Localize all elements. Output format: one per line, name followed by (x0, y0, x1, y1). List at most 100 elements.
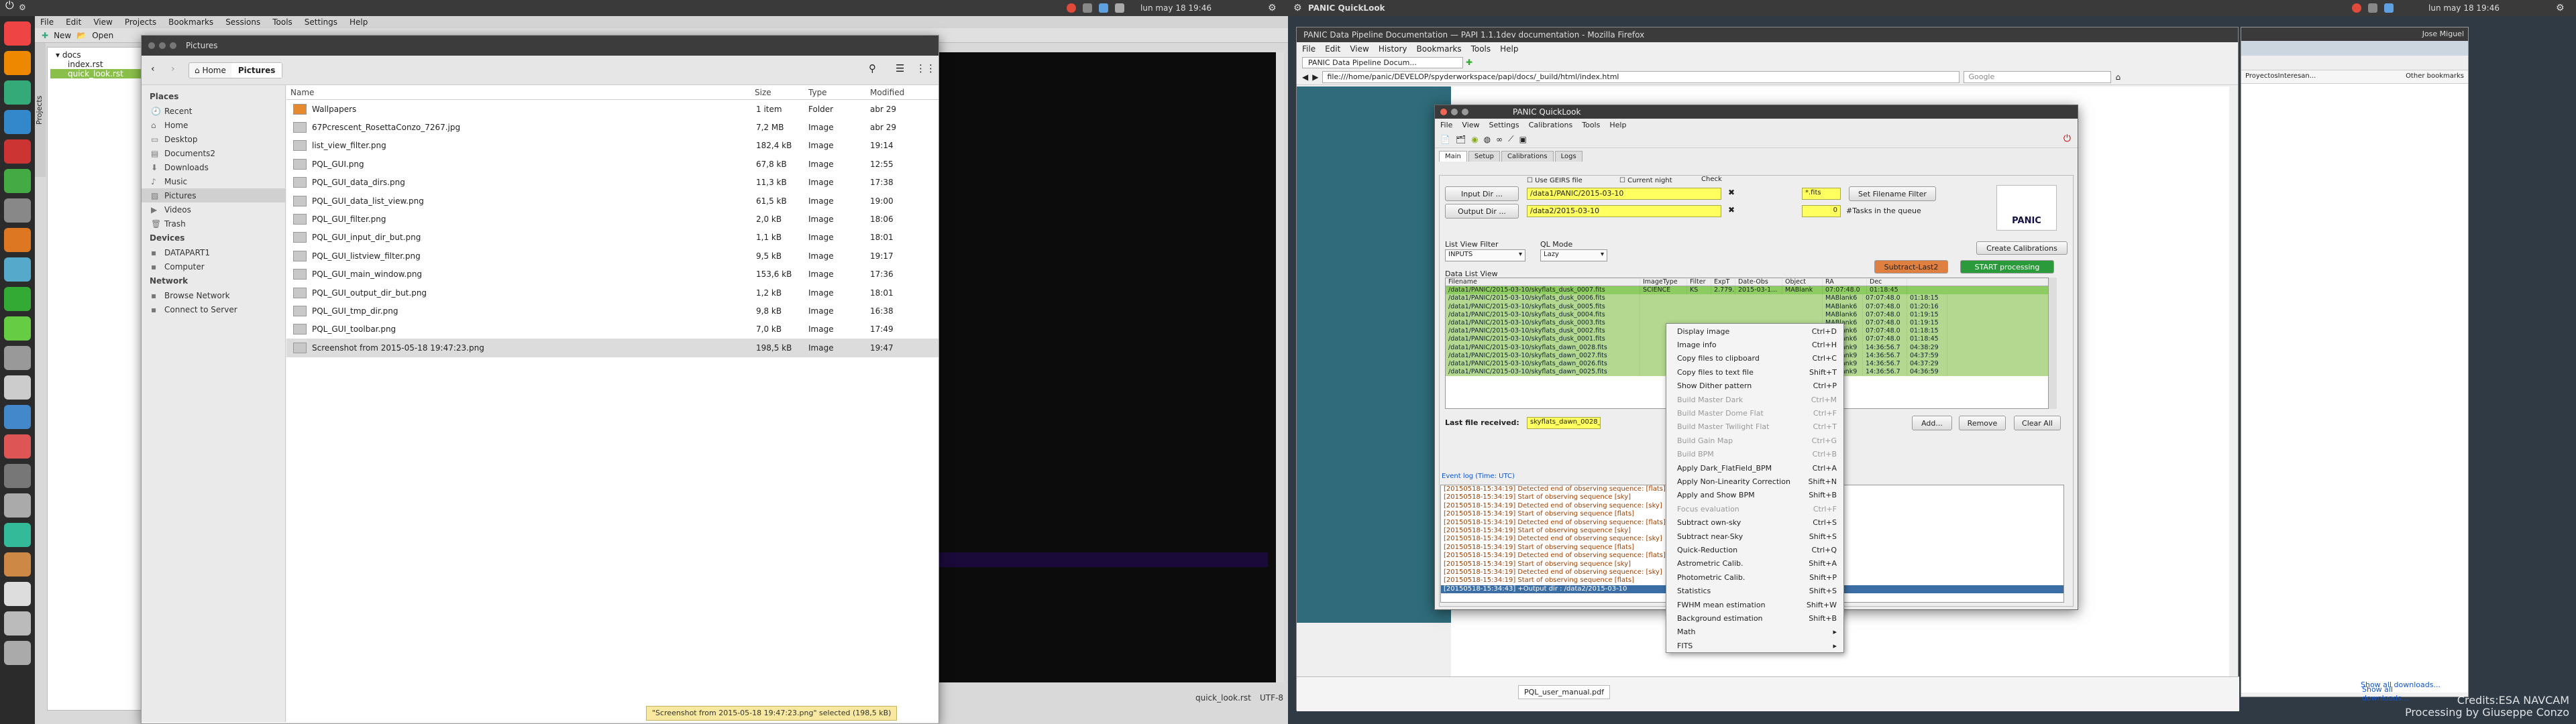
col-type[interactable]: Type (808, 88, 827, 97)
launcher-app-icon[interactable] (4, 198, 31, 223)
table-row[interactable]: /data1/PANIC/2015-03-10/skyflats_dusk_00… (1446, 294, 2048, 303)
table-row[interactable]: /data1/PANIC/2015-03-10/skyflats_dusk_00… (1446, 286, 2048, 295)
launcher-app-icon[interactable] (4, 641, 31, 665)
file-row[interactable]: PQL_GUI_toolbar.png 7,0 kB Image 17:49 (286, 320, 938, 339)
table-col-header[interactable]: Object (1782, 278, 1823, 286)
launcher-app-icon[interactable] (4, 316, 31, 341)
set-filter-button[interactable]: Set Filename Filter (1849, 186, 1936, 201)
launcher-app-icon[interactable] (4, 257, 31, 282)
wand-icon[interactable]: ⟋ (1508, 134, 1513, 144)
table-row[interactable]: /data1/PANIC/2015-03-10/skyflats_dusk_00… (1446, 310, 2048, 319)
sidebar-item[interactable]: ▶ Videos (142, 202, 285, 217)
search-icon[interactable]: ⚲ (869, 62, 876, 74)
context-menu-item[interactable]: Background estimation Shift+B (1666, 611, 1843, 625)
subtract-last2-button[interactable]: Subtract-Last2 (1874, 260, 1948, 274)
pql-tab[interactable]: Calibrations (1501, 151, 1554, 162)
ff-menu-item[interactable]: View (1350, 44, 1368, 54)
file-row[interactable]: PQL_GUI.png 67,8 kB Image 12:55 (286, 155, 938, 173)
ff-menu-item[interactable]: Help (1500, 44, 1518, 54)
chrome-user[interactable]: Jose Miguel (2241, 27, 2468, 41)
table-col-header[interactable]: ExpT (1711, 278, 1735, 286)
aladin-icon[interactable]: ◍ (1484, 135, 1491, 144)
home-icon-ff[interactable]: ⌂ (2115, 72, 2121, 82)
filename-filter-field[interactable]: *.fits (1802, 188, 1841, 200)
table-col-header[interactable]: Dec (1867, 278, 1907, 286)
remove-button[interactable]: Remove (1959, 416, 2006, 430)
launcher-app-icon[interactable] (4, 464, 31, 488)
sidebar-item[interactable]: ▨ Pictures (142, 188, 285, 202)
file-row[interactable]: PQL_GUI_data_dirs.png 11,3 kB Image 17:38 (286, 174, 938, 192)
context-menu-item[interactable]: Math ▸ (1666, 625, 1843, 639)
minimize-icon[interactable] (159, 42, 166, 49)
context-menu-item[interactable]: Image info Ctrl+H (1666, 338, 1843, 351)
chrome-icon[interactable] (1067, 3, 1076, 13)
context-menu-item[interactable]: Copy files to clipboard Ctrl+C (1666, 352, 1843, 365)
ide-menu-item[interactable]: Tools (272, 17, 292, 27)
launcher-app-icon[interactable] (4, 375, 31, 400)
ff-menu-item[interactable]: Edit (1325, 44, 1340, 54)
launcher-app-icon[interactable] (4, 405, 31, 429)
pql-close-icon[interactable] (1440, 109, 1447, 115)
col-size[interactable]: Size (755, 88, 771, 97)
table-col-header[interactable]: ImageType (1640, 278, 1687, 286)
firefox-tab[interactable]: PANIC Data Pipeline Docum... (1302, 56, 1463, 68)
launcher-app-icon[interactable] (4, 582, 31, 606)
table-col-header[interactable]: Filename (1446, 278, 1640, 286)
projects-side-tab[interactable]: Projects (35, 43, 46, 177)
close-icon[interactable] (148, 42, 155, 49)
table-scrollbar[interactable] (2049, 278, 2057, 409)
pql-menu-item[interactable]: File (1440, 121, 1452, 129)
open-folder-icon[interactable]: 🗂 (1456, 135, 1466, 144)
list-view-filter-select[interactable]: INPUTS ▾ (1445, 249, 1525, 261)
new-file-icon[interactable]: 📄 (1440, 135, 1450, 144)
sidebar-item[interactable]: ▪ Computer (142, 259, 285, 274)
tree-file-quicklook[interactable]: quick_look.rst (50, 69, 144, 78)
list-view-icon[interactable]: ☰ (896, 62, 904, 74)
pql-max-icon[interactable] (1462, 109, 1468, 115)
status-encoding[interactable]: UTF-8 (1260, 693, 1283, 703)
ide-menu-item[interactable]: Projects (125, 17, 156, 27)
new-button[interactable]: New (54, 31, 71, 40)
file-row[interactable]: list_view_filter.png 182,4 kB Image 19:14 (286, 137, 938, 155)
context-menu-item[interactable]: Statistics Shift+S (1666, 584, 1843, 597)
context-menu-item[interactable]: Photometric Calib. Shift+P (1666, 570, 1843, 584)
current-night-checkbox[interactable]: ☐ Current night (1619, 177, 1672, 184)
file-row[interactable]: PQL_GUI_data_list_view.png 61,5 kB Image 19… (286, 192, 938, 210)
file-row[interactable]: PQL_GUI_listview_filter.png 9,5 kB Image 19… (286, 247, 938, 265)
back-icon[interactable]: ‹ (151, 64, 155, 74)
file-row[interactable]: 67Pcrescent_RosettaConzo_7267.jpg 7,2 MB I… (286, 118, 938, 136)
launcher-app-icon[interactable] (4, 287, 31, 311)
pql-tab[interactable]: Setup (1468, 151, 1500, 162)
start-processing-button[interactable]: START processing (1960, 260, 2054, 274)
chrome-icon-right[interactable] (2352, 3, 2361, 13)
pql-menu-item[interactable]: Tools (1582, 121, 1600, 129)
sidebar-item[interactable]: ▪ DATAPART1 (142, 245, 285, 259)
add-button[interactable]: Add... (1912, 416, 1952, 430)
create-calibrations-button[interactable]: Create Calibrations (1976, 241, 2068, 255)
ide-menu-item[interactable]: File (40, 17, 54, 27)
open-icon[interactable]: 📂 (76, 31, 87, 40)
ide-menu-item[interactable]: Help (350, 17, 368, 27)
clock-right[interactable]: lun may 18 19:46 (2428, 3, 2500, 13)
table-col-header[interactable]: RA (1823, 278, 1867, 286)
forward-icon-ff[interactable]: ▶ (1312, 72, 1318, 82)
back-icon-ff[interactable]: ◀ (1302, 72, 1308, 82)
pictures-crumb[interactable]: Pictures (231, 63, 282, 78)
power-icon[interactable]: ⏻ (5, 0, 14, 12)
launcher-app-icon[interactable] (4, 611, 31, 636)
context-menu-item[interactable]: Apply Dark_FlatField_BPM Ctrl+A (1666, 461, 1843, 475)
maximize-icon[interactable] (170, 42, 176, 49)
editor-area[interactable] (939, 52, 1276, 682)
editor-scrollbar[interactable] (1276, 52, 1284, 682)
pql-tab[interactable]: Main (1439, 151, 1467, 162)
context-menu-item[interactable]: Show Dither pattern Ctrl+P (1666, 379, 1843, 393)
new-icon[interactable]: ✚ (42, 31, 48, 40)
launcher-app-icon[interactable] (4, 493, 31, 518)
context-menu-item[interactable]: Apply Non-Linearity Correction Shift+N (1666, 475, 1843, 488)
context-menu-item[interactable]: FITS ▸ (1666, 639, 1843, 652)
ide-menu-item[interactable]: Sessions (225, 17, 260, 27)
use-geirs-checkbox[interactable]: ☐ Use GEIRS file (1527, 177, 1582, 184)
bookmark-proyectos[interactable]: ProyectosInteresan... (2245, 72, 2316, 81)
file-row[interactable]: Wallpapers 1 item Folder abr 29 (286, 100, 938, 118)
gear-icon-right[interactable]: ⚙ (1293, 3, 1302, 13)
